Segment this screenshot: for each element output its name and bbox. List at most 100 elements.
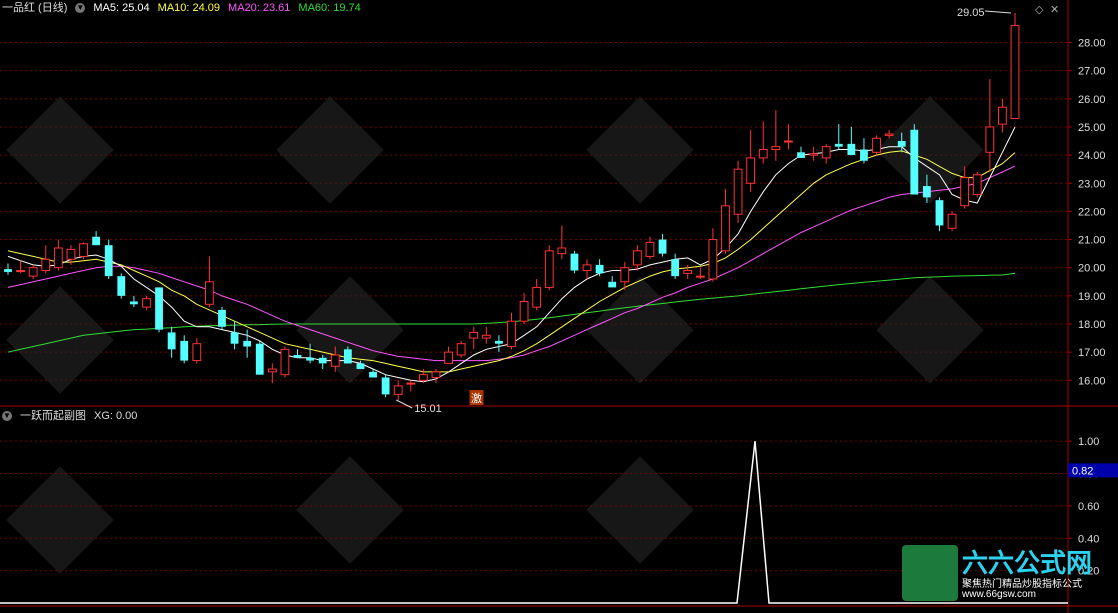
candle-body [658, 239, 667, 254]
candle [381, 374, 390, 398]
collapse-icon[interactable]: ▼ [75, 3, 86, 13]
candle [658, 233, 667, 257]
candle-body [985, 126, 995, 153]
candle [860, 138, 868, 164]
candle-body [632, 250, 642, 266]
candle [582, 259, 592, 279]
candle [142, 295, 151, 310]
candle-body [192, 343, 202, 362]
logo-url: www.66gsw.com [962, 589, 1036, 600]
sub-y-tick-label: 0.60 [1078, 501, 1099, 513]
main-chart[interactable]: 16.00 17.00 18.00 19.00 20.00 21.00 22.00 23.00… [0, 0, 1118, 613]
candle-body [117, 276, 126, 296]
watermark-tile [586, 456, 694, 564]
candle-body [381, 377, 390, 395]
candle-body [243, 340, 252, 347]
candle-body [104, 245, 113, 277]
watermark-tile [276, 96, 384, 204]
y-tick-label: 18.00 [1078, 319, 1106, 331]
y-tick-label: 19.00 [1078, 291, 1106, 303]
sub-collapse-icon[interactable]: ▼ [2, 411, 12, 421]
y-tick-label: 27.00 [1078, 66, 1106, 78]
candle [910, 124, 919, 195]
watermark-tile [6, 96, 114, 204]
chart-window: 16.00 17.00 18.00 19.00 20.00 21.00 22.00 23.00… [0, 0, 1118, 613]
candle-body [369, 371, 377, 378]
candle [645, 236, 655, 260]
candle [595, 259, 604, 277]
sub-title: 一跃而起副图 [20, 410, 86, 422]
candle-body [79, 243, 88, 257]
diamond-icon[interactable]: ◇ [1035, 3, 1043, 16]
candle [721, 188, 730, 254]
candle [872, 135, 881, 156]
candle [671, 253, 680, 279]
close-icon[interactable]: ✕ [1050, 3, 1059, 16]
candle-body [557, 247, 567, 255]
candle-body [708, 239, 718, 280]
candle-body [910, 129, 919, 195]
candle-body [204, 281, 214, 305]
ma20-label: MA20: 23.61 [228, 2, 291, 14]
main-header: 一品红 (日线) ▼ MA5: 25.04 MA10: 24.09 MA20: … [0, 0, 361, 16]
value-tag-label: 0.82 [1072, 465, 1093, 477]
low-price-label: 15.01 [414, 403, 442, 415]
candle [960, 166, 970, 209]
candle [167, 326, 176, 358]
candle-body [645, 241, 655, 257]
candle [985, 79, 995, 172]
candle-body [330, 354, 340, 367]
candle-body [343, 349, 352, 364]
candle-body [608, 281, 617, 288]
y-tick-label: 28.00 [1078, 38, 1106, 50]
candle [444, 346, 453, 364]
y-tick-label: 21.00 [1078, 235, 1106, 247]
candle [784, 124, 793, 150]
xg-label: XG: 0.00 [94, 410, 138, 422]
candle-body [406, 382, 416, 385]
candle [758, 121, 768, 164]
candle-body [28, 267, 38, 277]
y-tick-label: 23.00 [1078, 178, 1106, 190]
candle-body [935, 200, 944, 226]
candle [746, 129, 756, 192]
candle-body [495, 340, 503, 344]
ma10-label: MA10: 24.09 [157, 2, 221, 14]
y-tick-label: 26.00 [1078, 94, 1106, 106]
candle-body [595, 264, 604, 274]
candle-body [481, 334, 491, 339]
candle-body [771, 146, 781, 150]
candle [293, 349, 302, 358]
candle-body [280, 348, 290, 376]
candle [243, 329, 252, 358]
candle [733, 160, 743, 223]
candle-body [356, 363, 365, 370]
candle-body [695, 275, 705, 278]
y-tick-label: 24.00 [1078, 150, 1106, 162]
y-tick-label: 22.00 [1078, 206, 1106, 218]
candle-body [960, 177, 970, 207]
candle [935, 197, 944, 232]
candle-body [180, 340, 189, 361]
candle [4, 263, 12, 275]
candle [695, 267, 705, 279]
candle [28, 264, 38, 279]
candle-body [469, 331, 479, 339]
candle-body [393, 385, 403, 395]
candle [507, 312, 516, 350]
candle-body [456, 343, 466, 356]
watermark-tile [586, 96, 694, 204]
high-price-label: 29.05 [957, 7, 985, 19]
candle [608, 276, 617, 288]
candle-body [821, 146, 831, 159]
candle-body [306, 357, 315, 361]
candle-body [129, 301, 138, 305]
candle [532, 278, 542, 310]
y-tick-label: 17.00 [1078, 347, 1106, 359]
candle [155, 287, 163, 333]
candle-body [922, 186, 931, 198]
sub-header: ▼ 一跃而起副图 XG: 0.00 [0, 408, 137, 424]
candle [393, 380, 403, 400]
candle-body [620, 267, 630, 283]
candle-body [972, 174, 982, 196]
